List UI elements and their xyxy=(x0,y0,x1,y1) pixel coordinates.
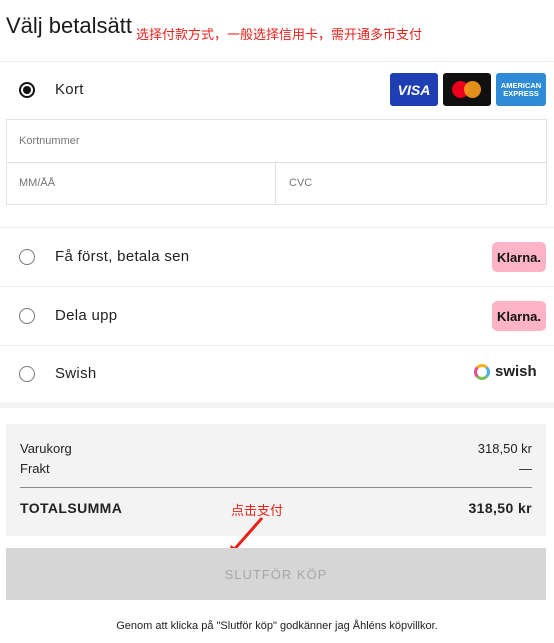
shipping-value: — xyxy=(519,461,532,476)
divider xyxy=(275,162,276,204)
option-label-klarna-later: Få först, betala sen xyxy=(55,248,190,265)
card-fields xyxy=(6,119,547,205)
klarna-logo-icon: Klarna. xyxy=(492,242,546,272)
order-summary: Varukorg 318,50 kr Frakt — TOTALSUMMA 31… xyxy=(6,424,546,536)
total-label: TOTALSUMMA xyxy=(20,500,123,516)
total-value: 318,50 kr xyxy=(468,500,532,516)
cart-value: 318,50 kr xyxy=(477,441,532,456)
mastercard-logo-icon xyxy=(443,73,491,106)
divider xyxy=(0,227,554,228)
divider xyxy=(0,286,554,287)
option-label-card: Kort xyxy=(55,81,84,98)
radio-swish[interactable] xyxy=(19,366,35,382)
divider xyxy=(0,402,554,408)
radio-klarna-split[interactable] xyxy=(19,308,35,324)
divider xyxy=(0,61,554,62)
complete-purchase-button[interactable]: SLUTFÖR KÖP xyxy=(6,548,546,600)
divider xyxy=(7,162,546,163)
visa-logo-icon: VISA xyxy=(390,73,438,106)
expiry-input[interactable] xyxy=(19,177,259,189)
card-number-input[interactable] xyxy=(19,135,269,147)
terms-text: Genom att klicka på "Slutför köp" godkän… xyxy=(116,620,438,632)
cvc-input[interactable] xyxy=(289,177,529,189)
amex-logo-icon: AMERICAN EXPRESS xyxy=(496,73,546,106)
klarna-logo-icon: Klarna. xyxy=(492,301,546,331)
divider xyxy=(20,487,532,488)
cart-label: Varukorg xyxy=(20,441,72,456)
option-label-swish: Swish xyxy=(55,365,97,382)
option-label-klarna-split: Dela upp xyxy=(55,307,118,324)
annotation-payment-method: 选择付款方式，一般选择信用卡，需开通多币支付 xyxy=(136,27,423,42)
shipping-label: Frakt xyxy=(20,461,50,476)
swish-logo-icon: swish xyxy=(474,363,537,380)
radio-klarna-later[interactable] xyxy=(19,249,35,265)
page-title: Välj betalsätt xyxy=(6,13,132,38)
radio-card[interactable] xyxy=(19,82,35,98)
divider xyxy=(0,345,554,346)
